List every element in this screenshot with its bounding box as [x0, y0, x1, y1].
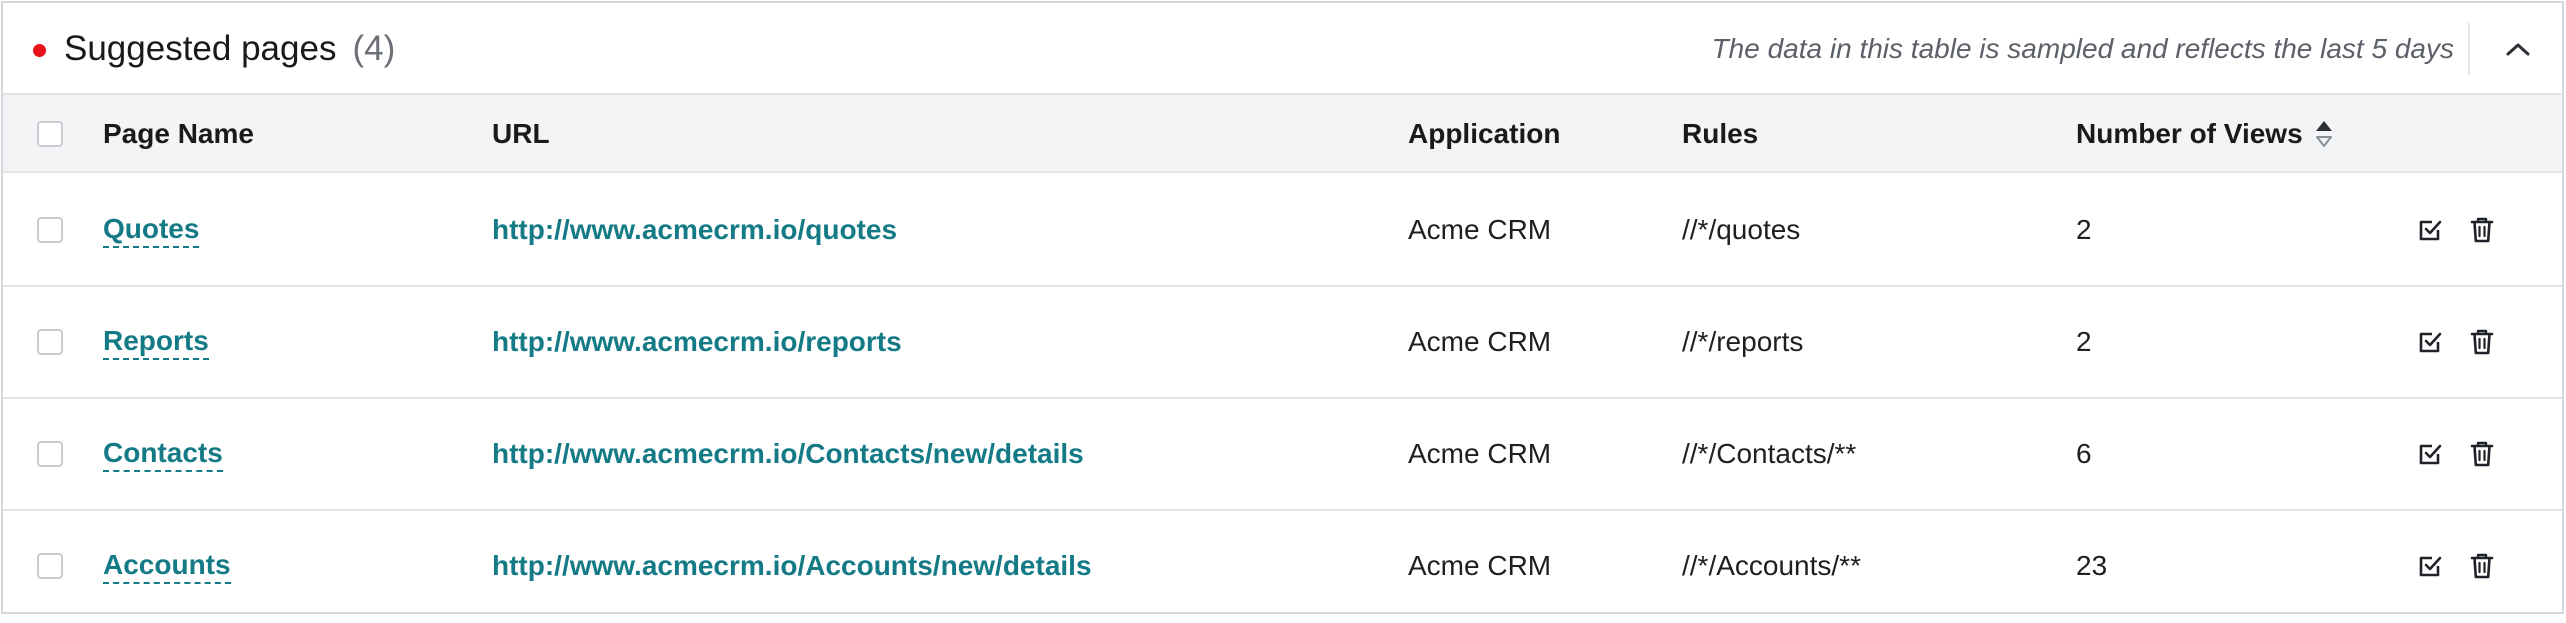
suggested-pages-panel: Suggested pages (4) The data in this tab…	[1, 1, 2564, 614]
page-count: (4)	[352, 29, 396, 68]
rules-cell: //*/Contacts/**	[1682, 438, 1857, 469]
row-checkbox[interactable]	[37, 217, 63, 243]
panel-header: Suggested pages (4) The data in this tab…	[3, 3, 2562, 95]
collapse-button[interactable]	[2494, 25, 2542, 73]
row-checkbox[interactable]	[37, 441, 63, 467]
row-checkbox[interactable]	[37, 553, 63, 579]
approve-button[interactable]	[2414, 326, 2446, 358]
column-header-url[interactable]: URL	[492, 95, 550, 173]
column-header-views-label: Number of Views	[2076, 118, 2303, 149]
views-cell: 2	[2076, 214, 2092, 245]
approve-button[interactable]	[2414, 550, 2446, 582]
rules-cell: //*/reports	[1682, 326, 1804, 357]
approve-button[interactable]	[2414, 438, 2446, 470]
column-header-views[interactable]: Number of Views	[2076, 95, 2335, 173]
table-row: Reports http://www.acmecrm.io/reports Ac…	[3, 287, 2562, 399]
page-name-link[interactable]: Accounts	[103, 548, 231, 584]
delete-button[interactable]	[2466, 550, 2498, 582]
column-header-page-name[interactable]: Page Name	[103, 95, 254, 173]
table-row: Contacts http://www.acmecrm.io/Contacts/…	[3, 399, 2562, 511]
application-cell: Acme CRM	[1408, 438, 1552, 469]
column-header-application[interactable]: Application	[1408, 95, 1560, 173]
panel-title: Suggested pages	[64, 29, 337, 68]
trash-icon	[2470, 553, 2494, 579]
approve-button[interactable]	[2414, 214, 2446, 246]
table-header: Page Name URL Application Rules Number o…	[3, 95, 2562, 173]
chevron-up-icon	[2506, 43, 2530, 56]
select-all-checkbox[interactable]	[37, 121, 63, 147]
delete-button[interactable]	[2466, 326, 2498, 358]
trash-icon	[2470, 217, 2494, 243]
table-row: Accounts http://www.acmecrm.io/Accounts/…	[3, 511, 2562, 623]
page-url-link[interactable]: http://www.acmecrm.io/Accounts/new/detai…	[492, 550, 1092, 582]
page-name-link[interactable]: Reports	[103, 324, 209, 360]
sort-icon[interactable]	[2313, 115, 2335, 153]
header-divider	[2468, 23, 2470, 75]
title-group: Suggested pages (4)	[64, 27, 395, 71]
check-square-icon	[2419, 444, 2442, 465]
trash-icon	[2470, 441, 2494, 467]
delete-button[interactable]	[2466, 214, 2498, 246]
page-url-link[interactable]: http://www.acmecrm.io/quotes	[492, 214, 897, 246]
application-cell: Acme CRM	[1408, 214, 1552, 245]
page-name-link[interactable]: Quotes	[103, 212, 200, 248]
page-url-link[interactable]: http://www.acmecrm.io/Contacts/new/detai…	[492, 438, 1084, 470]
rules-cell: //*/quotes	[1682, 214, 1801, 245]
table-row: Quotes http://www.acmecrm.io/quotes Acme…	[3, 175, 2562, 287]
application-cell: Acme CRM	[1408, 326, 1552, 357]
row-checkbox[interactable]	[37, 329, 63, 355]
column-header-rules[interactable]: Rules	[1682, 95, 1758, 173]
page-url-link[interactable]: http://www.acmecrm.io/reports	[492, 326, 902, 358]
views-cell: 6	[2076, 438, 2092, 469]
sampling-notice: The data in this table is sampled and re…	[1711, 33, 2454, 64]
application-cell: Acme CRM	[1408, 550, 1552, 581]
delete-button[interactable]	[2466, 438, 2498, 470]
views-cell: 2	[2076, 326, 2092, 357]
check-square-icon	[2419, 556, 2442, 577]
check-square-icon	[2419, 332, 2442, 353]
check-square-icon	[2419, 220, 2442, 241]
views-cell: 23	[2076, 550, 2108, 581]
rules-cell: //*/Accounts/**	[1682, 550, 1861, 581]
page-name-link[interactable]: Contacts	[103, 436, 223, 472]
trash-icon	[2470, 329, 2494, 355]
status-dot-icon	[33, 44, 46, 57]
